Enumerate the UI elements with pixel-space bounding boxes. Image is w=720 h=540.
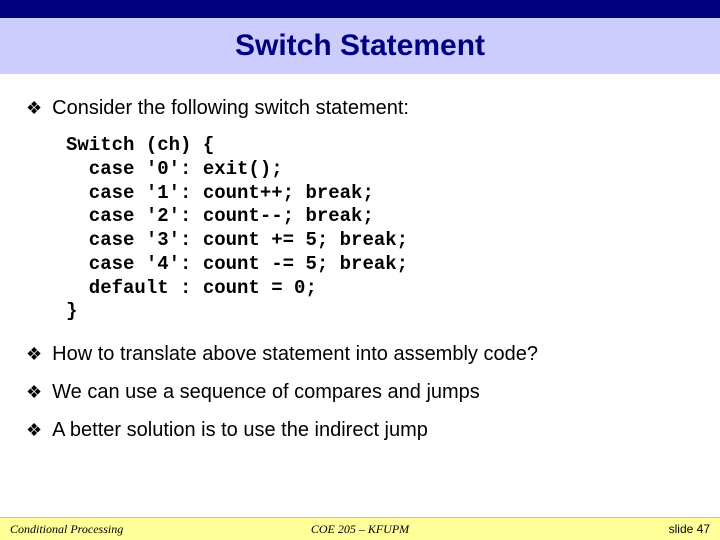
diamond-bullet-icon: ❖: [26, 342, 42, 366]
title-band: Switch Statement: [0, 18, 720, 74]
bullet-item: ❖ Consider the following switch statemen…: [26, 96, 694, 120]
diamond-bullet-icon: ❖: [26, 380, 42, 404]
bullet-item: ❖ A better solution is to use the indire…: [26, 418, 694, 442]
bullet-text: Consider the following switch statement:: [52, 96, 409, 120]
top-bar: [0, 0, 720, 18]
footer: Conditional Processing COE 205 – KFUPM s…: [0, 517, 720, 540]
slide-title: Switch Statement: [235, 29, 485, 62]
bullet-text: A better solution is to use the indirect…: [52, 418, 428, 442]
bullet-item: ❖ We can use a sequence of compares and …: [26, 380, 694, 404]
footer-right: slide 47: [669, 522, 710, 536]
diamond-bullet-icon: ❖: [26, 96, 42, 120]
bullet-text: How to translate above statement into as…: [52, 342, 538, 366]
slide: Switch Statement ❖ Consider the followin…: [0, 0, 720, 540]
bullet-item: ❖ How to translate above statement into …: [26, 342, 694, 366]
bullet-text: We can use a sequence of compares and ju…: [52, 380, 480, 404]
diamond-bullet-icon: ❖: [26, 418, 42, 442]
code-block: Switch (ch) { case '0': exit(); case '1'…: [66, 134, 694, 324]
content-area: ❖ Consider the following switch statemen…: [0, 74, 720, 442]
footer-left: Conditional Processing: [10, 522, 123, 537]
